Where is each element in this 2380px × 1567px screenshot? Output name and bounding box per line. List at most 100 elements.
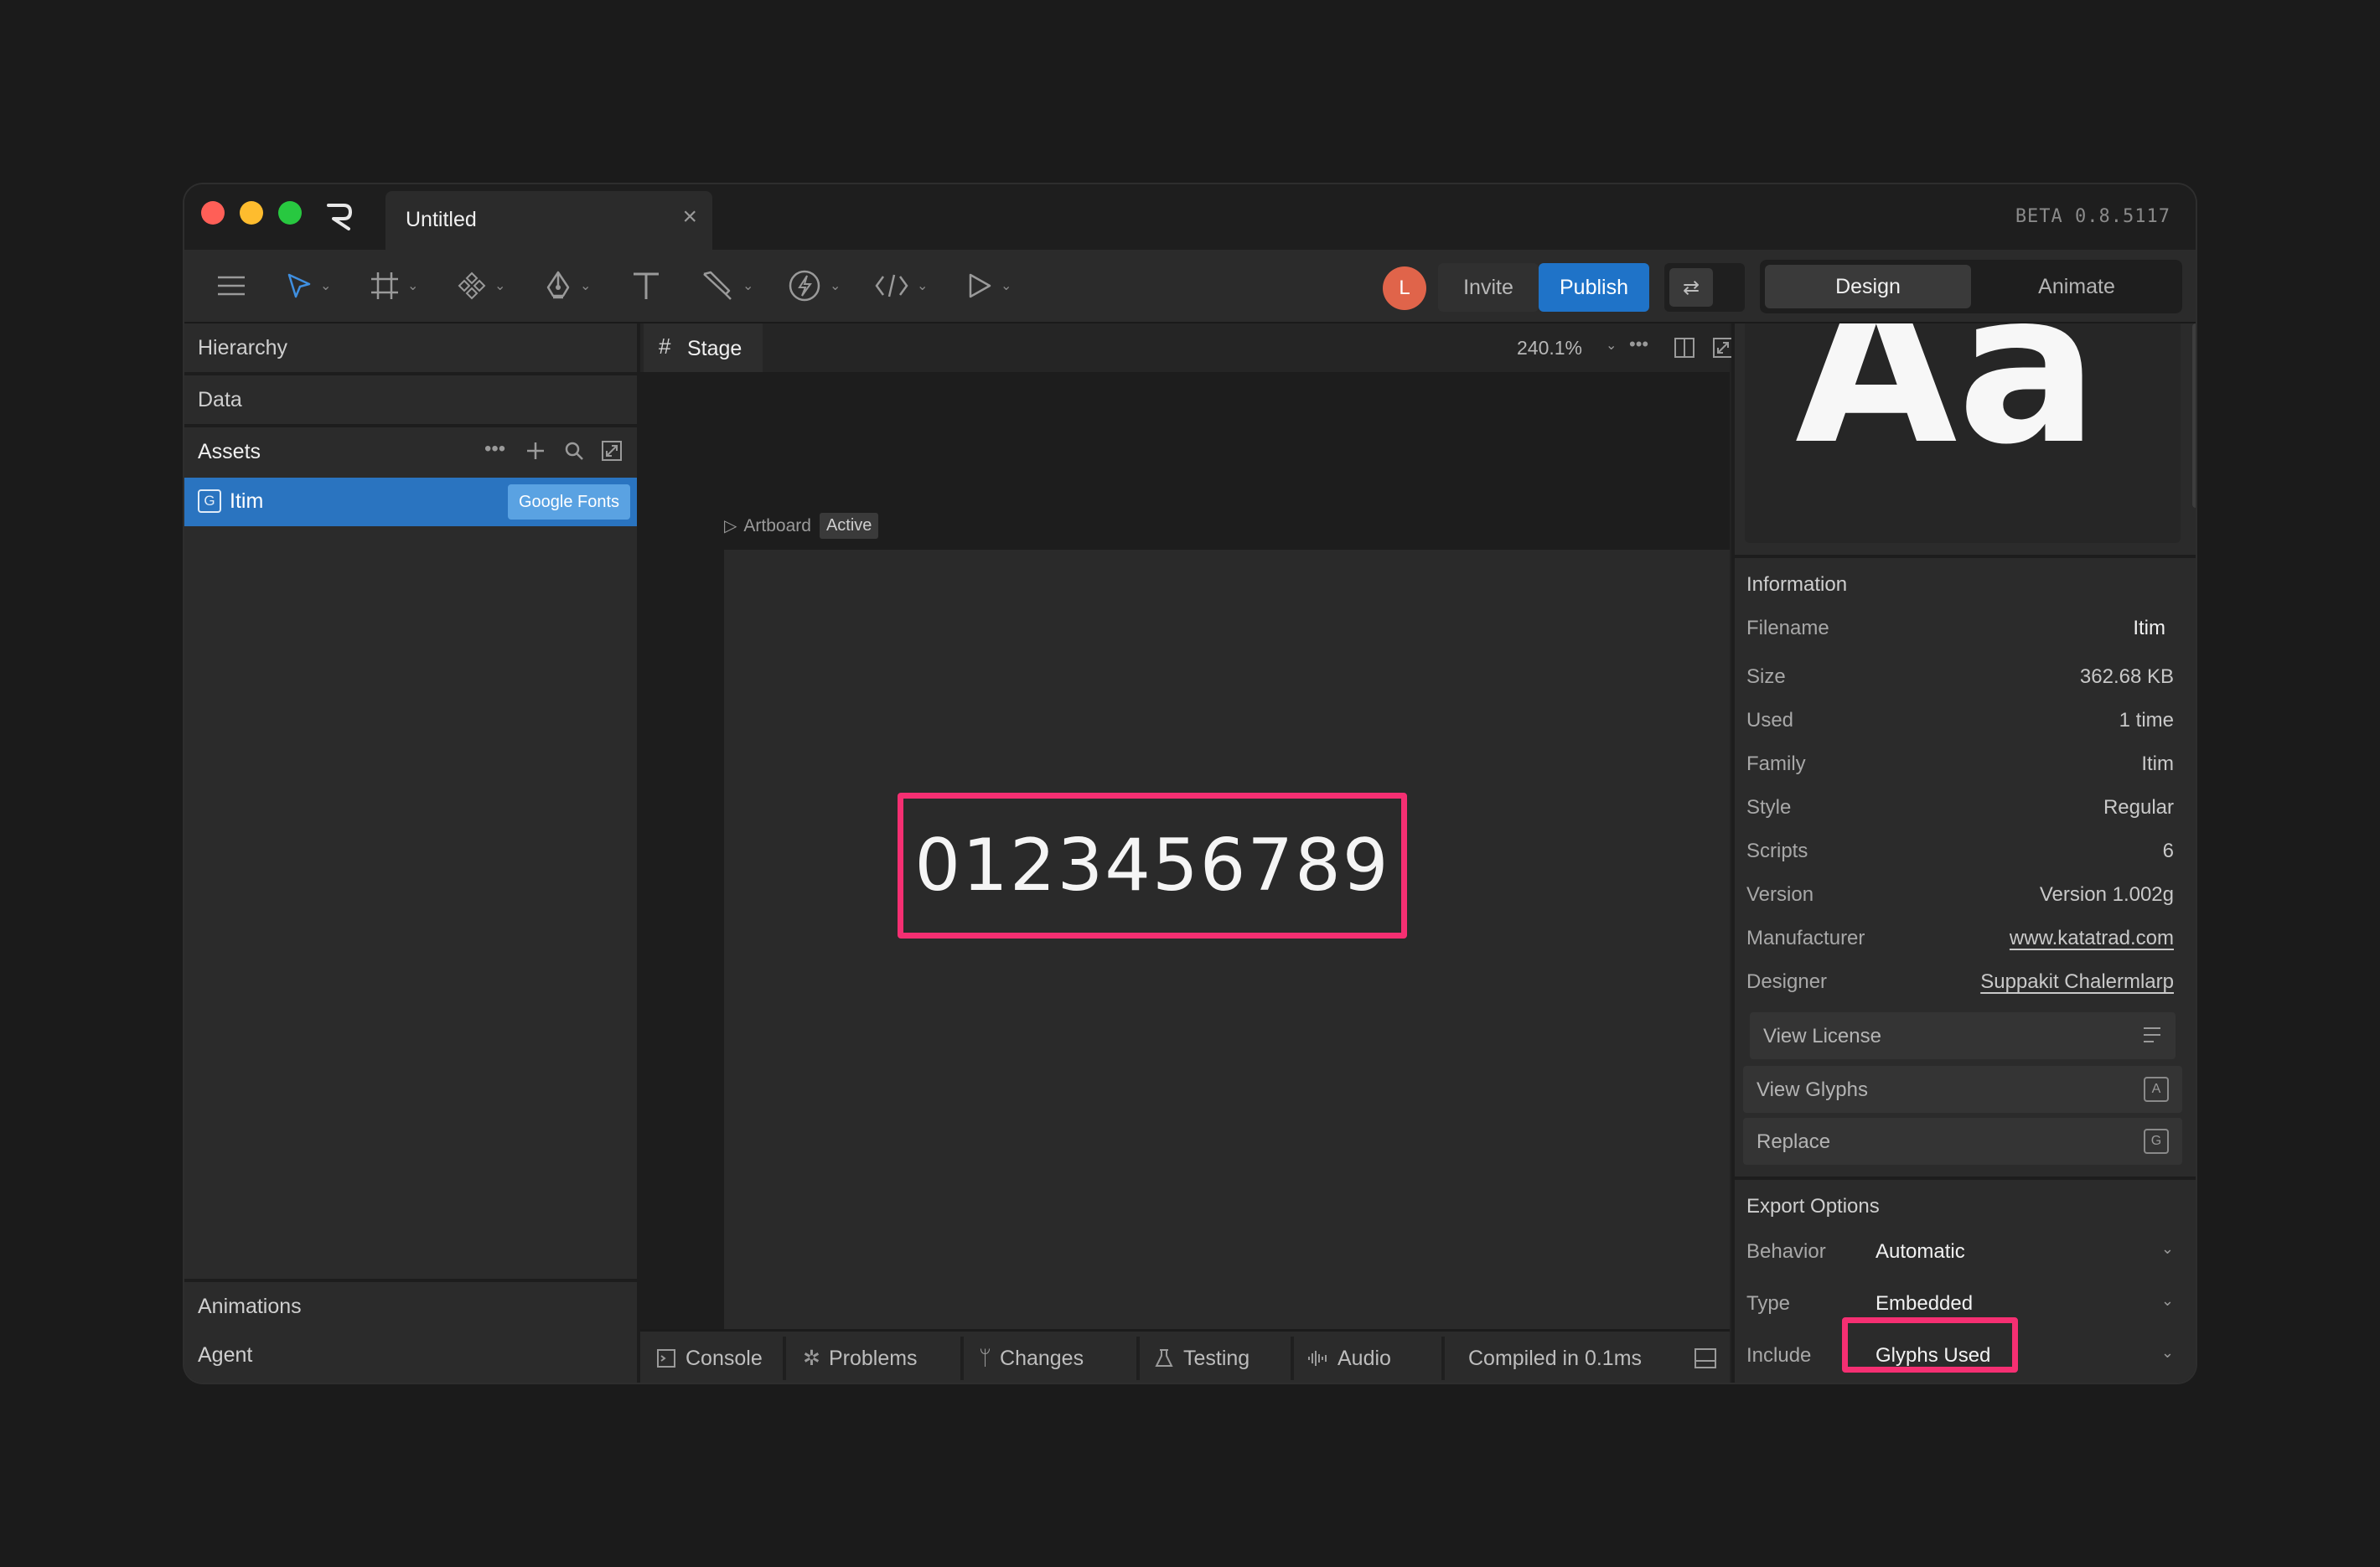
bone-tool[interactable]: ⌄ <box>701 266 753 305</box>
replace-button[interactable]: Replace G <box>1743 1118 2182 1165</box>
document-tab-title: Untitled <box>406 208 477 231</box>
animations-section-title: Animations <box>198 1295 302 1318</box>
zoom-level[interactable]: 240.1% <box>1517 337 1582 359</box>
title-bar: Untitled × BETA 0.8.5117 <box>184 184 2196 250</box>
info-row-manufacturer: Manufacturer www.katatrad.com <box>1746 927 2174 950</box>
scrollbar[interactable] <box>2192 323 2196 508</box>
publish-button[interactable]: Publish <box>1539 263 1649 312</box>
chevron-down-icon[interactable]: ⌄ <box>320 277 331 294</box>
include-highlight <box>1842 1317 2018 1373</box>
assets-section[interactable]: Assets ••• <box>184 427 637 476</box>
expand-icon[interactable] <box>602 441 622 461</box>
view-glyphs-button[interactable]: View Glyphs A <box>1743 1066 2182 1113</box>
code-icon <box>875 274 908 297</box>
split-view-icon[interactable] <box>1674 338 1694 358</box>
select-tool[interactable]: ⌄ <box>287 266 331 305</box>
selected-text-element[interactable]: 0123456789 <box>898 793 1407 939</box>
chevron-down-icon[interactable]: ⌄ <box>494 277 505 294</box>
zoom-window-button[interactable] <box>278 201 302 225</box>
info-row-filename: Filename Itim <box>1746 617 2165 639</box>
chevron-down-icon[interactable]: ⌄ <box>1606 337 1617 354</box>
animate-mode-button[interactable]: Animate <box>1976 265 2177 308</box>
problems-tab-label: Problems <box>828 1346 918 1370</box>
testing-tab-label: Testing <box>1183 1346 1250 1370</box>
flask-icon <box>1155 1349 1173 1367</box>
version-label: BETA 0.8.5117 <box>2015 206 2170 227</box>
chevron-down-icon[interactable]: ⌄ <box>580 277 591 294</box>
view-license-button[interactable]: View License <box>1750 1012 2176 1059</box>
hash-icon: # <box>659 334 671 359</box>
info-row-scripts: Scripts 6 <box>1746 840 2174 862</box>
minimize-window-button[interactable] <box>240 201 263 225</box>
designer-link[interactable]: Suppakit Chalermlarp <box>1980 970 2174 994</box>
animations-section[interactable]: Animations <box>184 1279 637 1334</box>
changes-tab[interactable]: ᛘ Changes <box>979 1332 1084 1383</box>
invite-button[interactable]: Invite <box>1438 263 1539 312</box>
play-tool[interactable]: ⌄ <box>967 266 1012 305</box>
testing-tab[interactable]: Testing <box>1155 1332 1250 1383</box>
event-tool[interactable]: ⌄ <box>788 266 841 305</box>
more-icon[interactable]: ••• <box>1629 334 1648 355</box>
chevron-down-icon[interactable]: ⌄ <box>830 277 841 294</box>
close-window-button[interactable] <box>201 201 225 225</box>
search-icon[interactable] <box>565 442 583 460</box>
avatar[interactable]: L <box>1383 266 1426 310</box>
manufacturer-link[interactable]: www.katatrad.com <box>2010 927 2174 950</box>
branch-icon: ᛘ <box>979 1346 992 1370</box>
divider <box>1136 1337 1140 1380</box>
component-tool[interactable]: ⌄ <box>458 266 505 305</box>
swap-toggle[interactable]: ⇄ <box>1664 263 1745 312</box>
audio-tab[interactable]: Audio <box>1307 1332 1391 1383</box>
info-row-size: Size 362.68 KB <box>1746 665 2174 688</box>
artboard-status-badge: Active <box>819 513 879 539</box>
data-section[interactable]: Data <box>184 375 637 427</box>
chevron-down-icon[interactable]: ⌄ <box>742 277 753 294</box>
agent-section-title: Agent <box>198 1343 253 1367</box>
hierarchy-section[interactable]: Hierarchy <box>184 323 637 375</box>
panel-toggle-icon[interactable] <box>1694 1348 1716 1368</box>
artboard-header[interactable]: ▷ Artboard Active <box>724 513 879 539</box>
chevron-down-icon: ⌄ <box>2160 1344 2174 1361</box>
agent-section[interactable]: Agent <box>184 1331 637 1379</box>
more-icon[interactable]: ••• <box>484 437 505 461</box>
asset-item-itim[interactable]: G Itim Google Fonts <box>184 478 637 526</box>
artboard[interactable]: 0123456789 <box>724 550 1730 1329</box>
stage-tab[interactable]: # Stage <box>644 323 763 372</box>
behavior-select[interactable]: Behavior Automatic ⌄ <box>1746 1228 2174 1275</box>
divider <box>1735 1177 2196 1180</box>
component-icon <box>458 272 486 300</box>
problems-tab[interactable]: ✲ Problems <box>803 1332 918 1383</box>
rive-logo-icon[interactable] <box>325 201 354 231</box>
divider <box>960 1337 964 1380</box>
waveform-icon <box>1308 1351 1327 1366</box>
design-mode-button[interactable]: Design <box>1765 265 1971 308</box>
document-tab[interactable]: Untitled × <box>385 191 712 250</box>
close-tab-icon[interactable]: × <box>682 203 697 231</box>
mode-switcher: Design Animate <box>1760 260 2182 313</box>
bone-icon <box>703 271 732 300</box>
console-icon <box>657 1349 675 1368</box>
pen-tool[interactable]: ⌄ <box>545 266 591 305</box>
information-title: Information <box>1746 573 1848 596</box>
add-icon[interactable] <box>526 442 545 460</box>
chevron-down-icon[interactable]: ⌄ <box>1001 277 1012 294</box>
data-section-title: Data <box>198 388 242 411</box>
code-tool[interactable]: ⌄ <box>875 266 928 305</box>
chevron-down-icon[interactable]: ⌄ <box>917 277 928 294</box>
google-font-icon: G <box>2144 1129 2169 1154</box>
bottom-panel-bar: Console ✲ Problems ᛘ Changes Testing Aud… <box>640 1329 1730 1383</box>
menu-icon[interactable] <box>218 275 245 297</box>
compile-status: Compiled in 0.1ms <box>1468 1346 1643 1370</box>
console-tab[interactable]: Console <box>657 1332 763 1383</box>
info-row-family: Family Itim <box>1746 752 2174 775</box>
bug-icon: ✲ <box>803 1347 820 1370</box>
chevron-down-icon[interactable]: ⌄ <box>407 277 418 294</box>
frame-tool[interactable]: ⌄ <box>370 266 418 305</box>
google-fonts-badge: Google Fonts <box>508 484 630 520</box>
expand-icon[interactable] <box>1713 338 1733 358</box>
app-window: Untitled × BETA 0.8.5117 ⌄ ⌄ ⌄ ⌄ ⌄ ⌄ ⌄ ⌄… <box>184 184 2196 1383</box>
info-row-designer: Designer Suppakit Chalermlarp <box>1746 970 2174 994</box>
text-tool[interactable] <box>632 266 660 305</box>
inspector-panel: Aa Information Filename Itim Size 362.68… <box>1731 323 2196 1383</box>
main-toolbar: ⌄ ⌄ ⌄ ⌄ ⌄ ⌄ ⌄ ⌄ L Invite Publish ⇄ Desig… <box>184 250 2196 323</box>
